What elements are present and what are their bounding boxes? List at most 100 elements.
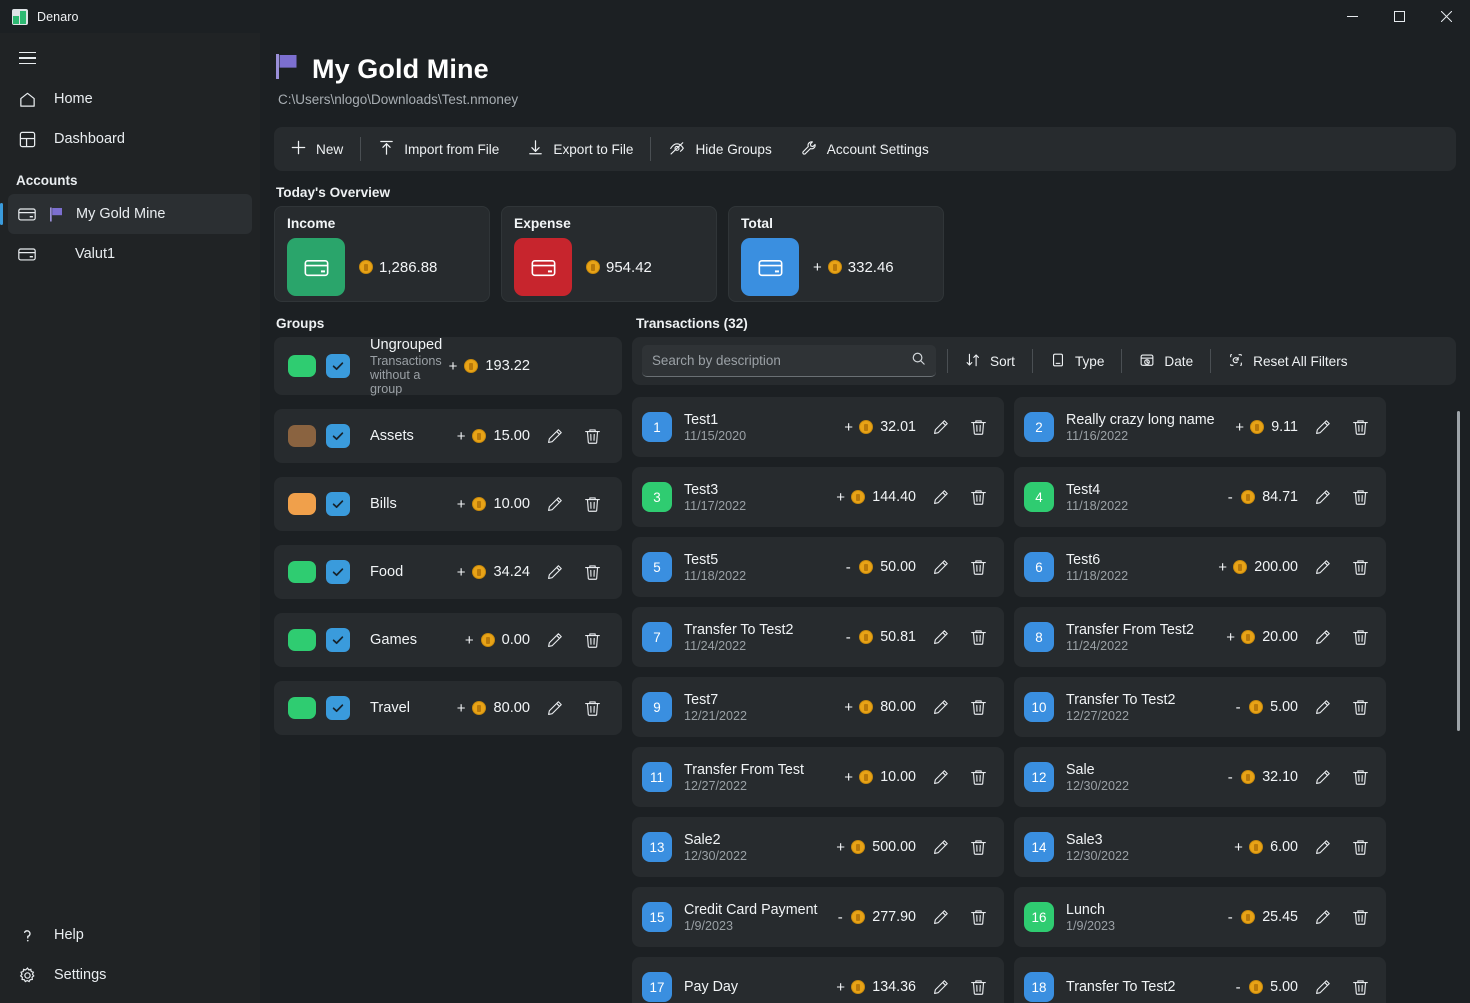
- type-button[interactable]: Type: [1038, 343, 1116, 379]
- delete-transaction-button[interactable]: [1346, 483, 1374, 511]
- reset-all-filters-button[interactable]: Reset All Filters: [1216, 343, 1359, 379]
- edit-transaction-button[interactable]: [926, 413, 954, 441]
- delete-group-button[interactable]: [578, 490, 606, 518]
- edit-transaction-button[interactable]: [1308, 413, 1336, 441]
- hamburger-menu-icon[interactable]: [10, 41, 44, 75]
- edit-transaction-button[interactable]: [1308, 973, 1336, 1001]
- edit-transaction-button[interactable]: [926, 483, 954, 511]
- transaction-row[interactable]: 12 Sale 12/30/2022-32.10: [1014, 747, 1386, 807]
- delete-group-button[interactable]: [578, 694, 606, 722]
- maximize-button[interactable]: [1376, 0, 1423, 33]
- transaction-row[interactable]: 6 Test6 11/18/2022 +200.00: [1014, 537, 1386, 597]
- group-row[interactable]: Ungrouped Transactions without a group +19…: [274, 337, 622, 396]
- transaction-row[interactable]: 18 Transfer To Test2 - 5.00: [1014, 957, 1386, 1003]
- sidebar-item-my-gold-mine[interactable]: My Gold Mine: [0, 194, 252, 234]
- transaction-row[interactable]: 16 Lunch 1/9/2023-25.45: [1014, 887, 1386, 947]
- transaction-row[interactable]: 7 Transfer To Test2 11/24/2022-50.81: [632, 607, 1004, 667]
- edit-transaction-button[interactable]: [1308, 483, 1336, 511]
- edit-group-button[interactable]: [540, 490, 568, 518]
- hide-groups-button[interactable]: Hide Groups: [656, 131, 783, 167]
- import-from-file-button[interactable]: Import from File: [366, 131, 511, 167]
- sort-button[interactable]: Sort: [953, 343, 1027, 379]
- edit-transaction-button[interactable]: [926, 973, 954, 1001]
- edit-group-button[interactable]: [540, 694, 568, 722]
- edit-transaction-button[interactable]: [1308, 693, 1336, 721]
- transaction-row[interactable]: 3 Test3 11/17/2022 +144.40: [632, 467, 1004, 527]
- edit-transaction-button[interactable]: [926, 623, 954, 651]
- delete-transaction-button[interactable]: [964, 833, 992, 861]
- transaction-row[interactable]: 13 Sale2 12/30/2022 +500.00: [632, 817, 1004, 877]
- delete-group-button[interactable]: [578, 558, 606, 586]
- group-row[interactable]: Assets +15.00: [274, 409, 622, 463]
- edit-transaction-button[interactable]: [926, 553, 954, 581]
- delete-transaction-button[interactable]: [964, 973, 992, 1001]
- transactions-scrollbar[interactable]: [1453, 399, 1465, 1003]
- group-row[interactable]: Food +34.24: [274, 545, 622, 599]
- group-visibility-checkbox[interactable]: [326, 560, 350, 584]
- delete-transaction-button[interactable]: [964, 763, 992, 791]
- delete-group-button[interactable]: [578, 626, 606, 654]
- edit-transaction-button[interactable]: [926, 763, 954, 791]
- sidebar-item-settings[interactable]: Settings: [8, 955, 252, 995]
- search-icon[interactable]: [911, 351, 926, 371]
- delete-transaction-button[interactable]: [1346, 413, 1374, 441]
- edit-group-button[interactable]: [540, 422, 568, 450]
- group-visibility-checkbox[interactable]: [326, 696, 350, 720]
- sidebar-item-valut1[interactable]: Valut1: [8, 234, 252, 274]
- delete-transaction-button[interactable]: [1346, 973, 1374, 1001]
- edit-transaction-button[interactable]: [1308, 833, 1336, 861]
- edit-transaction-button[interactable]: [926, 903, 954, 931]
- export-to-file-button[interactable]: Export to File: [515, 131, 645, 167]
- transaction-row[interactable]: 10 Transfer To Test2 12/27/2022-5.00: [1014, 677, 1386, 737]
- minimize-button[interactable]: [1329, 0, 1376, 33]
- delete-transaction-button[interactable]: [964, 693, 992, 721]
- search-input-wrapper[interactable]: [642, 345, 936, 377]
- edit-transaction-button[interactable]: [1308, 763, 1336, 791]
- edit-transaction-button[interactable]: [1308, 623, 1336, 651]
- group-visibility-checkbox[interactable]: [326, 492, 350, 516]
- delete-transaction-button[interactable]: [1346, 763, 1374, 791]
- group-visibility-checkbox[interactable]: [326, 628, 350, 652]
- group-visibility-checkbox[interactable]: [326, 424, 350, 448]
- scrollbar-thumb[interactable]: [1457, 411, 1460, 731]
- delete-transaction-button[interactable]: [964, 623, 992, 651]
- transaction-row[interactable]: 5 Test5 11/18/2022-50.00: [632, 537, 1004, 597]
- transaction-row[interactable]: 15 Credit Card Payment 1/9/2023-277.90: [632, 887, 1004, 947]
- transaction-row[interactable]: 9 Test7 12/21/2022 +80.00: [632, 677, 1004, 737]
- edit-transaction-button[interactable]: [1308, 553, 1336, 581]
- transaction-row[interactable]: 1 Test1 11/15/2020 +32.01: [632, 397, 1004, 457]
- transaction-row[interactable]: 17 Pay Day +134.36: [632, 957, 1004, 1003]
- transaction-row[interactable]: 14 Sale3 12/30/2022 +6.00: [1014, 817, 1386, 877]
- transaction-row[interactable]: 4 Test4 11/18/2022-84.71: [1014, 467, 1386, 527]
- edit-transaction-button[interactable]: [926, 833, 954, 861]
- transaction-row[interactable]: 11 Transfer From Test 12/27/2022 +10.00: [632, 747, 1004, 807]
- delete-transaction-button[interactable]: [964, 413, 992, 441]
- group-row[interactable]: Bills +10.00: [274, 477, 622, 531]
- new-button[interactable]: New: [278, 131, 355, 167]
- group-row[interactable]: Travel +80.00: [274, 681, 622, 735]
- delete-group-button[interactable]: [578, 422, 606, 450]
- delete-transaction-button[interactable]: [964, 483, 992, 511]
- delete-transaction-button[interactable]: [964, 903, 992, 931]
- search-input[interactable]: [652, 353, 911, 368]
- sidebar-item-help[interactable]: Help: [8, 915, 252, 955]
- account-settings-button[interactable]: Account Settings: [788, 131, 941, 167]
- delete-transaction-button[interactable]: [964, 553, 992, 581]
- delete-transaction-button[interactable]: [1346, 833, 1374, 861]
- delete-transaction-button[interactable]: [1346, 553, 1374, 581]
- edit-group-button[interactable]: [540, 558, 568, 586]
- edit-transaction-button[interactable]: [926, 693, 954, 721]
- transaction-row[interactable]: 2 Really crazy long name 11/16/2022 +9.11: [1014, 397, 1386, 457]
- delete-transaction-button[interactable]: [1346, 903, 1374, 931]
- edit-group-button[interactable]: [540, 626, 568, 654]
- close-button[interactable]: [1423, 0, 1470, 33]
- sidebar-item-home[interactable]: Home: [8, 79, 252, 119]
- delete-transaction-button[interactable]: [1346, 623, 1374, 651]
- delete-transaction-button[interactable]: [1346, 693, 1374, 721]
- date-button[interactable]: Date: [1127, 343, 1205, 379]
- sidebar-item-dashboard[interactable]: Dashboard: [8, 119, 252, 159]
- group-row[interactable]: Games +0.00: [274, 613, 622, 667]
- transaction-row[interactable]: 8 Transfer From Test2 11/24/2022 +20.00: [1014, 607, 1386, 667]
- group-visibility-checkbox[interactable]: [326, 354, 350, 378]
- edit-transaction-button[interactable]: [1308, 903, 1336, 931]
